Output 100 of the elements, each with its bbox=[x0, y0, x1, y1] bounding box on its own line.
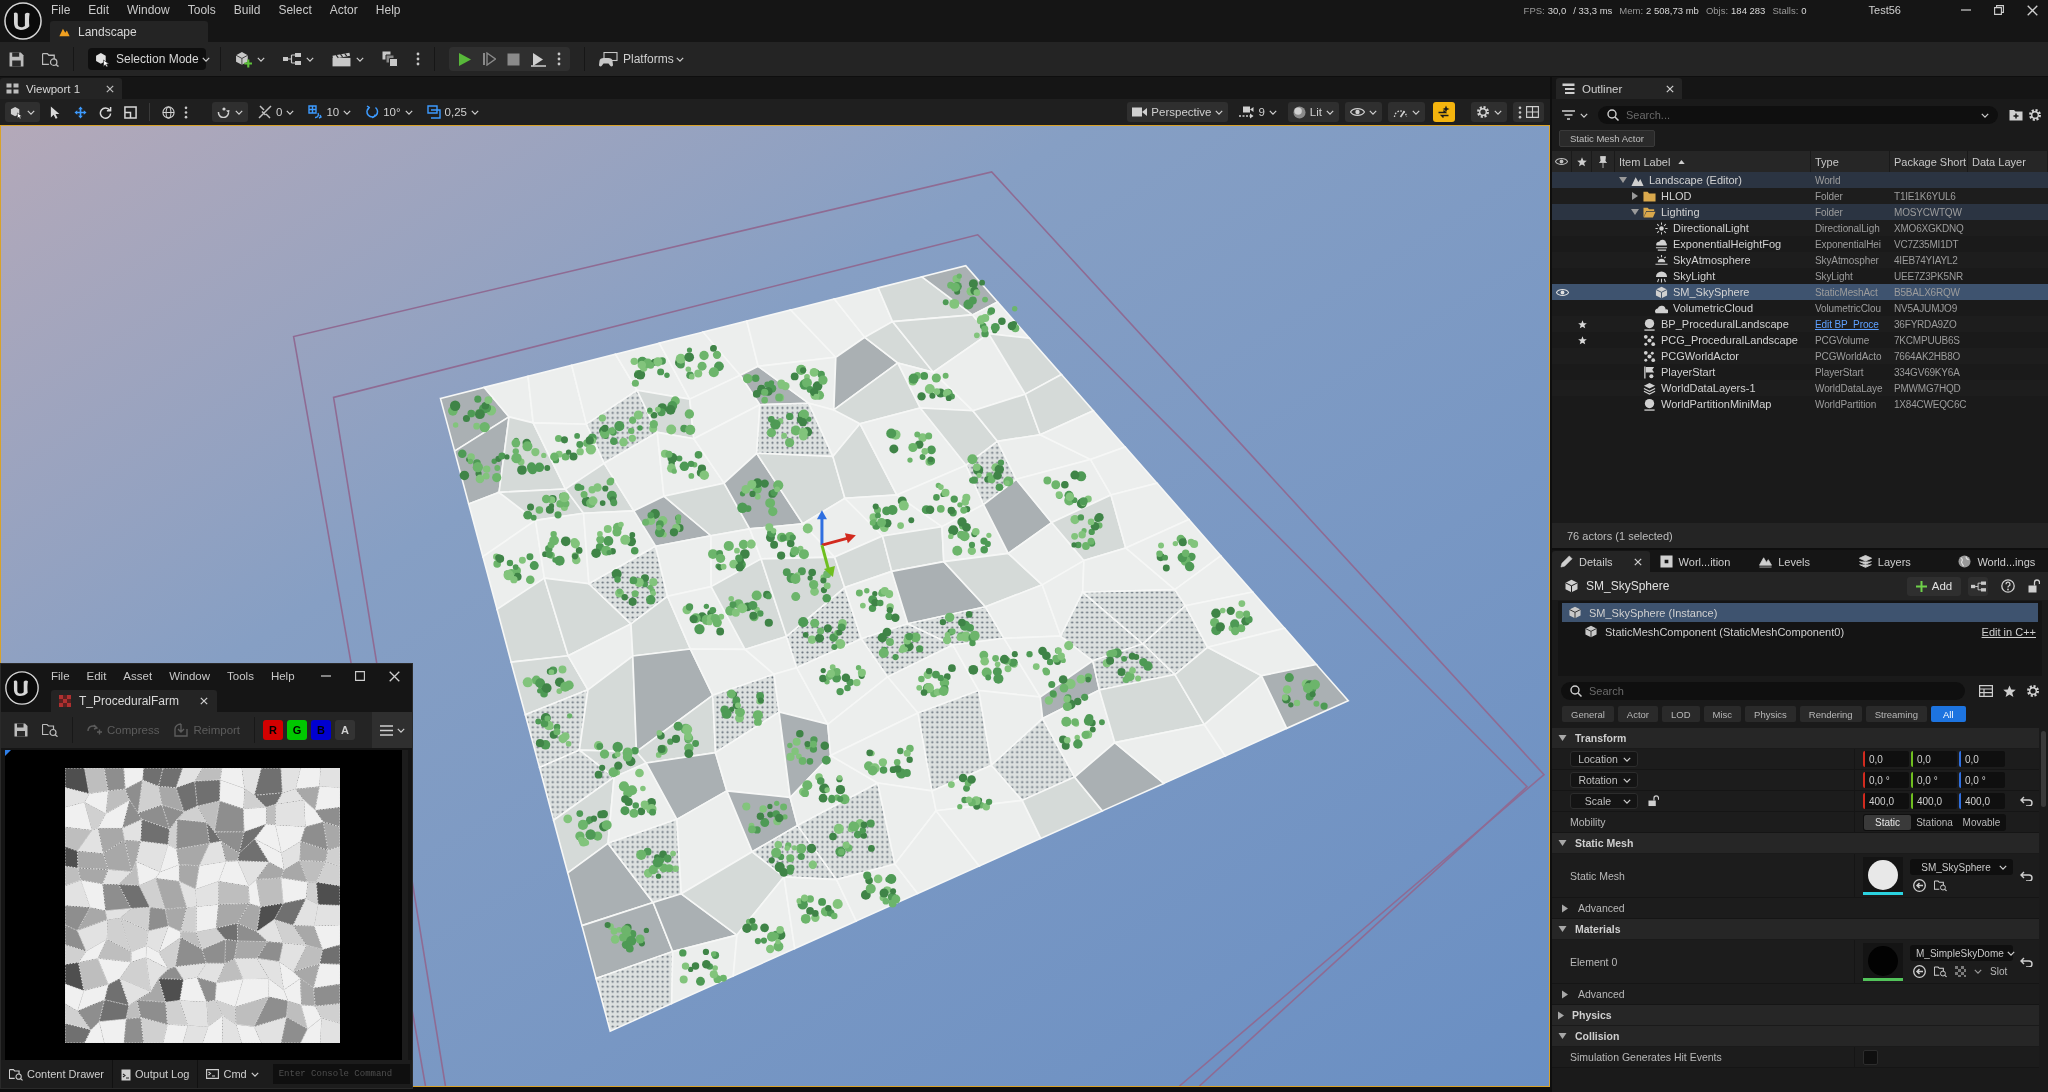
show-flags-dropdown[interactable] bbox=[1345, 102, 1382, 122]
mobility-option[interactable]: Movable bbox=[1958, 814, 2005, 830]
content-drawer-button[interactable]: Content Drawer bbox=[1, 1060, 113, 1088]
transform-dropdown[interactable]: Location bbox=[1570, 751, 1638, 767]
logo-icon[interactable] bbox=[4, 2, 42, 40]
number-field[interactable]: 0,0 ° bbox=[1959, 772, 2005, 788]
number-field[interactable]: 400,0 bbox=[1959, 793, 2005, 809]
more-options-icon[interactable] bbox=[184, 105, 188, 119]
search-field[interactable]: Search bbox=[1561, 682, 1965, 700]
open-lock-icon[interactable] bbox=[2028, 579, 2040, 593]
view-mode-dropdown[interactable]: Lit bbox=[1287, 102, 1339, 122]
star-icon[interactable] bbox=[1576, 156, 1587, 167]
panel-tab[interactable]: World...ings bbox=[1950, 551, 2048, 572]
component-row[interactable]: StaticMeshComponent (StaticMeshComponent0) Edit in C++ bbox=[1558, 622, 2042, 641]
snap-mode-dropdown[interactable] bbox=[212, 102, 248, 122]
checkbox[interactable] bbox=[1863, 1049, 1878, 1065]
dark-sphere-thumbnail-icon[interactable] bbox=[1863, 942, 1903, 981]
close-icon[interactable] bbox=[2027, 4, 2038, 16]
performance-dropdown[interactable] bbox=[1388, 102, 1425, 122]
output-log-button[interactable]: Output Log bbox=[113, 1060, 198, 1088]
use-selected-icon[interactable] bbox=[1913, 965, 1926, 978]
number-field[interactable]: 0,0 bbox=[1959, 751, 2005, 767]
panel-tab[interactable]: Layers bbox=[1850, 551, 1949, 572]
column-header[interactable]: Data Layer bbox=[1972, 155, 2026, 168]
menu-item[interactable]: Actor bbox=[329, 3, 358, 17]
sparkle-toggle-button[interactable] bbox=[1433, 102, 1455, 122]
restore-icon[interactable] bbox=[1994, 5, 2004, 15]
edit-link[interactable]: Edit BP_Proce bbox=[1815, 318, 1879, 330]
star-icon[interactable] bbox=[2003, 684, 2016, 698]
save-icon[interactable] bbox=[9, 51, 24, 67]
number-field[interactable]: 0,0 ° bbox=[1863, 772, 1909, 788]
column-header[interactable]: Type bbox=[1815, 155, 1839, 168]
caret-icon[interactable] bbox=[257, 56, 265, 62]
sphere-thumbnail-icon[interactable] bbox=[1863, 856, 1903, 895]
more-options-icon[interactable] bbox=[416, 52, 420, 66]
component-row[interactable]: SM_SkySphere (Instance) bbox=[1562, 603, 2038, 622]
section-header[interactable]: Static Mesh bbox=[1552, 833, 2039, 854]
expanded-arrow-icon[interactable] bbox=[1631, 209, 1639, 215]
folder-search-icon[interactable] bbox=[42, 51, 59, 67]
panel-tab[interactable]: Worl...ition bbox=[1651, 551, 1750, 572]
channel-toggle[interactable]: A bbox=[335, 720, 356, 740]
snap-dropdown[interactable]: 10° bbox=[361, 102, 417, 122]
category-filter[interactable]: Rendering bbox=[1799, 706, 1862, 722]
section-header[interactable]: Collision bbox=[1552, 1026, 2039, 1047]
collapsed-arrow-icon[interactable] bbox=[1632, 192, 1638, 200]
outliner-tab[interactable]: Outliner bbox=[1556, 78, 1682, 99]
category-filter[interactable]: LOD bbox=[1662, 706, 1700, 722]
menu-item[interactable]: Edit bbox=[88, 3, 110, 17]
menu-item[interactable]: Build bbox=[233, 3, 261, 17]
step-icon[interactable] bbox=[483, 52, 496, 66]
mobility-option[interactable]: Static bbox=[1864, 814, 1911, 830]
logo-icon[interactable] bbox=[5, 671, 39, 705]
number-field[interactable]: 0,0 bbox=[1863, 751, 1909, 767]
transform-dropdown[interactable]: Rotation bbox=[1570, 772, 1638, 788]
projection-dropdown[interactable]: Perspective bbox=[1127, 102, 1229, 122]
reset-arrow-icon[interactable] bbox=[2019, 870, 2033, 881]
asset-tab[interactable]: T_ProceduralFarm bbox=[51, 690, 217, 712]
pin-icon[interactable] bbox=[1599, 155, 1607, 168]
column-header[interactable]: Item Label bbox=[1619, 155, 1671, 168]
checker-icon[interactable] bbox=[1955, 966, 1966, 977]
blueprint-button[interactable] bbox=[1968, 576, 1988, 596]
menu-item[interactable]: Asset bbox=[123, 670, 153, 682]
play-icon[interactable] bbox=[458, 51, 472, 67]
help-icon[interactable] bbox=[2001, 579, 2015, 593]
star-icon[interactable] bbox=[1577, 319, 1587, 329]
filter-chip[interactable]: Static Mesh Actor bbox=[1559, 130, 1655, 147]
scrollbar-thumb[interactable] bbox=[2041, 731, 2046, 807]
table-icon[interactable] bbox=[1979, 685, 1993, 697]
star-icon[interactable] bbox=[1577, 335, 1587, 345]
transform-dropdown[interactable]: Scale bbox=[1570, 793, 1638, 809]
menu-item[interactable]: Help bbox=[375, 3, 401, 17]
reset-arrow-icon[interactable] bbox=[2019, 796, 2033, 806]
mode-dropdown[interactable] bbox=[5, 102, 40, 122]
maximize-icon[interactable] bbox=[355, 671, 365, 681]
layout-options-button[interactable] bbox=[1513, 102, 1544, 122]
expanded-arrow-icon[interactable] bbox=[1619, 177, 1627, 183]
asset-dropdown[interactable]: SM_SkySphere bbox=[1910, 859, 2013, 875]
caret-icon[interactable] bbox=[1974, 969, 1982, 974]
more-options-icon[interactable] bbox=[557, 52, 561, 66]
view-options-button[interactable] bbox=[372, 712, 412, 748]
menu-item[interactable]: Tools bbox=[187, 3, 216, 17]
scrollbar-track[interactable] bbox=[402, 750, 408, 1060]
close-icon[interactable] bbox=[389, 670, 400, 682]
node-graph-icon[interactable] bbox=[283, 53, 301, 65]
add-folder-icon[interactable] bbox=[2009, 109, 2023, 121]
gear-icon[interactable] bbox=[2028, 108, 2042, 122]
rotate-icon[interactable] bbox=[99, 105, 112, 119]
section-header[interactable]: Transform bbox=[1552, 728, 2039, 749]
menu-item[interactable]: Tools bbox=[227, 670, 254, 682]
folder-search-icon[interactable] bbox=[1934, 879, 1947, 892]
category-filter[interactable]: Physics bbox=[1745, 706, 1796, 722]
menu-item[interactable]: Edit bbox=[86, 670, 107, 682]
caret-icon[interactable] bbox=[1580, 112, 1588, 118]
asset-dropdown[interactable]: M_SimpleSkyDome bbox=[1910, 945, 2013, 961]
cube-plus-icon[interactable] bbox=[235, 50, 252, 68]
mobility-option[interactable]: Stationa bbox=[1911, 814, 1958, 830]
transform-gizmo-icon[interactable] bbox=[816, 510, 856, 578]
move-arrows-icon[interactable] bbox=[74, 105, 87, 119]
column-header[interactable]: Package Short bbox=[1894, 155, 1967, 168]
category-filter[interactable]: General bbox=[1562, 706, 1614, 722]
